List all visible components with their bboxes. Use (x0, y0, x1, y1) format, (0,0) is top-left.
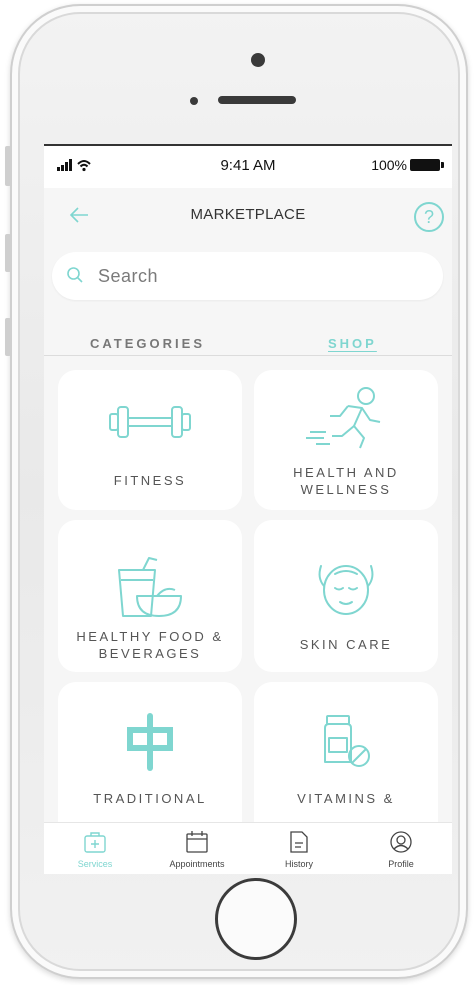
vitamin-bottle-icon (324, 715, 370, 767)
tab-categories[interactable]: CATEGORIES (90, 336, 205, 351)
tab-label: History (284, 859, 313, 869)
calendar-icon (186, 831, 208, 853)
user-circle-icon (390, 831, 412, 853)
status-bar: 9:41 AM 100% (44, 146, 452, 188)
battery-percent: 100% (371, 157, 407, 173)
tab-appointments[interactable]: Appointments (146, 823, 248, 874)
category-label: TRADITIONAL (93, 791, 207, 806)
face-mask-icon (318, 565, 374, 615)
tab-services[interactable]: Services (44, 823, 146, 874)
tab-shop[interactable]: SHOP (328, 336, 377, 351)
running-person-icon (306, 387, 381, 449)
tab-label: Profile (388, 859, 414, 869)
app-screen: 9:41 AM 100% MARKETPLACE ? CATEGORIES SH… (44, 144, 452, 874)
document-icon (290, 831, 308, 853)
category-label: VITAMINS & (297, 791, 395, 806)
volume-up-button (5, 234, 11, 272)
tab-history[interactable]: History (248, 823, 350, 874)
earpiece-speaker (218, 96, 296, 104)
segment-tabs: CATEGORIES SHOP (44, 332, 452, 356)
chinese-character-icon (127, 713, 173, 771)
tab-profile[interactable]: Profile (350, 823, 452, 874)
dumbbell-icon (109, 406, 191, 438)
silent-switch (5, 146, 11, 186)
page-title: MARKETPLACE (190, 206, 306, 223)
medical-kit-icon (84, 832, 106, 853)
category-grid: FITNESS HEALTH AND WELLNESS HEALTHY FOOD… (44, 356, 452, 822)
proximity-sensor (190, 97, 198, 105)
battery-icon (410, 159, 444, 171)
tab-label: Appointments (169, 859, 225, 869)
category-label: HEALTHY FOOD & BEVERAGES (76, 629, 224, 661)
volume-down-button (5, 318, 11, 356)
category-label: SKIN CARE (299, 637, 393, 652)
category-label: FITNESS (113, 473, 187, 488)
help-icon[interactable]: ? (414, 202, 444, 232)
nav-header: MARKETPLACE ? (44, 188, 452, 244)
category-card-healthy-food[interactable]: HEALTHY FOOD & BEVERAGES (58, 520, 242, 672)
search-icon (67, 267, 83, 283)
front-camera (251, 53, 265, 67)
category-card-health-wellness[interactable]: HEALTH AND WELLNESS (254, 370, 438, 510)
bottom-tab-bar: Services Appointments History Profile (44, 822, 452, 874)
category-card-vitamins[interactable]: VITAMINS & (254, 682, 438, 822)
food-drink-icon (118, 557, 182, 617)
category-card-traditional[interactable]: TRADITIONAL (58, 682, 242, 822)
tab-label: Services (77, 859, 113, 869)
category-card-fitness[interactable]: FITNESS (58, 370, 242, 510)
home-button[interactable] (215, 878, 297, 960)
search-bar[interactable] (52, 252, 443, 300)
category-label: HEALTH AND WELLNESS (293, 465, 399, 497)
search-input[interactable] (98, 264, 418, 288)
category-card-skin-care[interactable]: SKIN CARE (254, 520, 438, 672)
battery-indicator: 100% (371, 157, 444, 173)
